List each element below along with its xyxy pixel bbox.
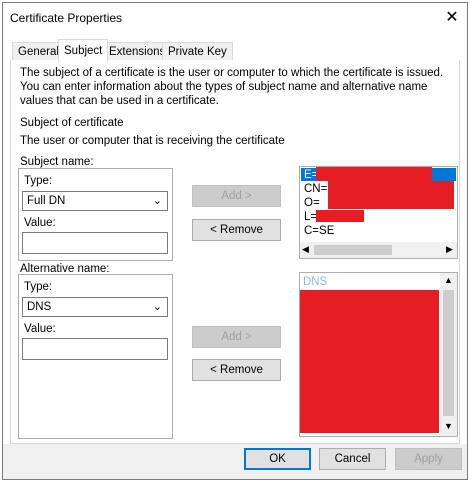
tab-private-key[interactable]: Private Key [162, 42, 233, 61]
alt-type-label: Type: [24, 281, 53, 293]
scroll-up-icon[interactable]: ▲ [444, 275, 453, 285]
subject-type-label: Type: [24, 175, 53, 187]
tab-general[interactable]: General [12, 42, 65, 61]
subject-value-input[interactable] [22, 232, 168, 254]
subject-entry-cn[interactable]: CN= [304, 182, 327, 196]
chevron-down-icon: ⌄ [152, 301, 162, 313]
subject-list-scroll-thumb[interactable] [314, 245, 392, 255]
alt-entries-header: DNS [303, 276, 328, 288]
redacted-block [316, 210, 364, 222]
subject-remove-button[interactable]: < Remove [192, 219, 281, 241]
chevron-down-icon: ⌄ [152, 195, 162, 207]
subject-entry-c[interactable]: C=SE [304, 224, 334, 238]
close-icon[interactable]: ✕ [442, 9, 462, 27]
redacted-block [328, 181, 454, 209]
alt-type-value: DNS [27, 301, 52, 313]
redacted-block [316, 167, 432, 181]
alt-value-label: Value: [24, 323, 56, 335]
alt-add-button[interactable]: Add > [192, 326, 281, 348]
alt-type-select[interactable]: DNS ⌄ [22, 297, 168, 317]
subject-type-select[interactable]: Full DN ⌄ [22, 191, 168, 211]
subject-heading: Subject of certificate [20, 117, 124, 129]
alt-remove-button[interactable]: < Remove [192, 359, 281, 381]
subject-value-label: Value: [24, 217, 56, 229]
apply-button[interactable]: Apply [395, 448, 462, 470]
scroll-down-icon[interactable]: ▼ [444, 421, 453, 431]
intro-text: The subject of a certificate is the user… [20, 67, 444, 107]
alt-list-scroll-thumb[interactable] [443, 290, 454, 416]
cancel-button[interactable]: Cancel [319, 448, 386, 470]
scroll-right-icon[interactable]: ▶ [446, 244, 453, 255]
scroll-left-icon[interactable]: ◀ [302, 244, 309, 255]
subject-name-label: Subject name: [20, 156, 94, 168]
redacted-block [300, 290, 439, 433]
window-title: Certificate Properties [10, 11, 123, 25]
subject-type-value: Full DN [27, 195, 66, 207]
alt-value-input[interactable] [22, 338, 168, 360]
ok-button[interactable]: OK [244, 448, 311, 470]
subject-entry-o[interactable]: O= [304, 196, 320, 210]
subject-add-button[interactable]: Add > [192, 185, 281, 207]
subject-description: The user or computer that is receiving t… [20, 135, 285, 147]
tab-subject[interactable]: Subject [58, 39, 109, 62]
